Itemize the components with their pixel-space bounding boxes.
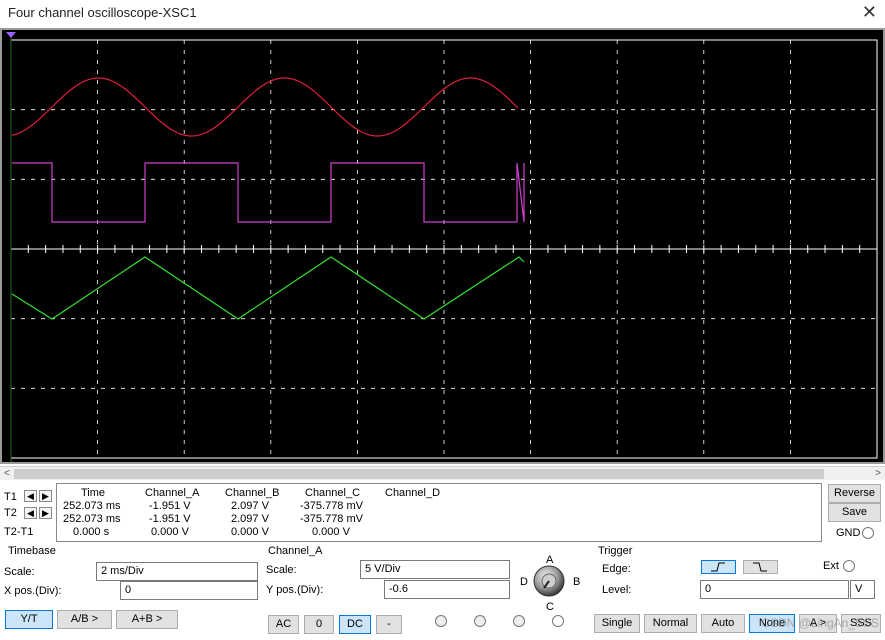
t2-channel-a: -1.951 V: [149, 513, 191, 525]
t1-channel-a: -1.951 V: [149, 500, 191, 512]
t2-label: T2: [4, 507, 17, 519]
channel-scale-label: Scale:: [266, 564, 297, 576]
t2-right-arrow-icon[interactable]: ▶: [39, 507, 52, 519]
t1-right-arrow-icon[interactable]: ▶: [39, 490, 52, 502]
yt-mode-button[interactable]: Y/T: [5, 610, 53, 629]
channel-b-trace: [12, 162, 525, 223]
t2-time: 252.073 ms: [63, 513, 121, 525]
rising-edge-icon: [710, 562, 725, 572]
channel-radio-3[interactable]: [513, 615, 525, 627]
oscilloscope-display: [6, 32, 878, 462]
header-channel-b: Channel_B: [225, 487, 280, 499]
t2-t1-label: T2-T1: [4, 526, 34, 538]
watermark-text: CSDN @LingAn_SSS: [761, 616, 879, 630]
channel-title: Channel_A: [268, 545, 323, 557]
edge-label: Edge:: [602, 563, 631, 575]
t1-channel-c: -375.778 mV: [300, 500, 363, 512]
header-channel-a: Channel_A: [145, 487, 200, 499]
t1-channel-b: 2.097 V: [231, 500, 269, 512]
ext-label: Ext: [823, 560, 839, 572]
gnd-radio[interactable]: [862, 527, 874, 539]
rising-edge-button[interactable]: [701, 560, 736, 574]
scroll-left-icon[interactable]: <: [4, 467, 10, 481]
auto-trigger-button[interactable]: Auto: [701, 614, 745, 633]
y-pos-label: Y pos.(Div):: [266, 584, 324, 596]
oscilloscope-screen[interactable]: [0, 28, 885, 464]
knob-label-c: C: [546, 601, 554, 613]
normal-trigger-button[interactable]: Normal: [644, 614, 697, 633]
x-pos-label: X pos.(Div):: [4, 585, 62, 597]
window-title: Four channel oscilloscope-XSC1: [8, 5, 197, 20]
single-trigger-button[interactable]: Single: [594, 614, 640, 633]
ac-coupling-button[interactable]: AC: [268, 615, 299, 634]
level-label: Level:: [602, 584, 632, 596]
timebase-scale-label: Scale:: [4, 566, 35, 578]
channel-radio-1[interactable]: [435, 615, 447, 627]
scroll-thumb[interactable]: [14, 469, 824, 479]
delta-channel-b: 0.000 V: [231, 526, 269, 538]
measurement-readout: Time Channel_A Channel_B Channel_C Chann…: [56, 483, 822, 542]
falling-edge-icon: [752, 562, 767, 572]
t1-left-arrow-icon[interactable]: ◀: [24, 490, 37, 502]
invert-button[interactable]: -: [376, 615, 402, 634]
falling-edge-button[interactable]: [743, 560, 778, 574]
header-channel-c: Channel_C: [305, 487, 361, 499]
t2-left-arrow-icon[interactable]: ◀: [24, 507, 37, 519]
t1-time: 252.073 ms: [63, 500, 121, 512]
delta-channel-a: 0.000 V: [151, 526, 189, 538]
title-bar: Four channel oscilloscope-XSC1 ✕: [0, 0, 885, 28]
timebase-title: Timebase: [8, 545, 56, 557]
ext-radio[interactable]: [843, 560, 855, 572]
channel-a-trace: [11, 77, 519, 137]
delta-channel-c: 0.000 V: [312, 526, 350, 538]
dc-coupling-button[interactable]: DC: [339, 615, 371, 634]
knob-label-b: B: [573, 576, 581, 588]
scroll-right-icon[interactable]: >: [875, 467, 881, 481]
horizontal-scrollbar[interactable]: < >: [0, 466, 885, 480]
channel-radio-2[interactable]: [474, 615, 486, 627]
channel-selector-knob-icon[interactable]: [532, 564, 566, 598]
close-icon[interactable]: ✕: [862, 2, 877, 22]
zero-coupling-button[interactable]: 0: [304, 615, 334, 634]
channel-c-trace: [11, 256, 525, 320]
header-channel-d: Channel_D: [385, 487, 441, 499]
gnd-label: GND: [836, 527, 861, 539]
timebase-scale-field[interactable]: 2 ms/Div: [96, 562, 258, 581]
knob-label-d: D: [520, 576, 528, 588]
t2-channel-b: 2.097 V: [231, 513, 269, 525]
save-button[interactable]: Save: [828, 503, 881, 522]
cursor-t1-marker: [6, 32, 16, 38]
trigger-level-field[interactable]: 0: [700, 580, 849, 599]
a-plus-b-mode-button[interactable]: A+B >: [116, 610, 178, 629]
ab-mode-button[interactable]: A/B >: [57, 610, 112, 629]
trigger-level-unit[interactable]: V: [850, 580, 875, 599]
trigger-title: Trigger: [598, 545, 633, 557]
delta-time: 0.000 s: [73, 526, 110, 538]
header-time: Time: [81, 487, 106, 499]
channel-radio-4[interactable]: [552, 615, 564, 627]
x-pos-field[interactable]: 0: [120, 581, 258, 600]
channel-scale-field[interactable]: 5 V/Div: [360, 560, 510, 579]
reverse-button[interactable]: Reverse: [828, 484, 881, 503]
y-pos-field[interactable]: -0.6: [384, 580, 510, 599]
t2-channel-c: -375.778 mV: [300, 513, 363, 525]
t1-label: T1: [4, 491, 17, 503]
